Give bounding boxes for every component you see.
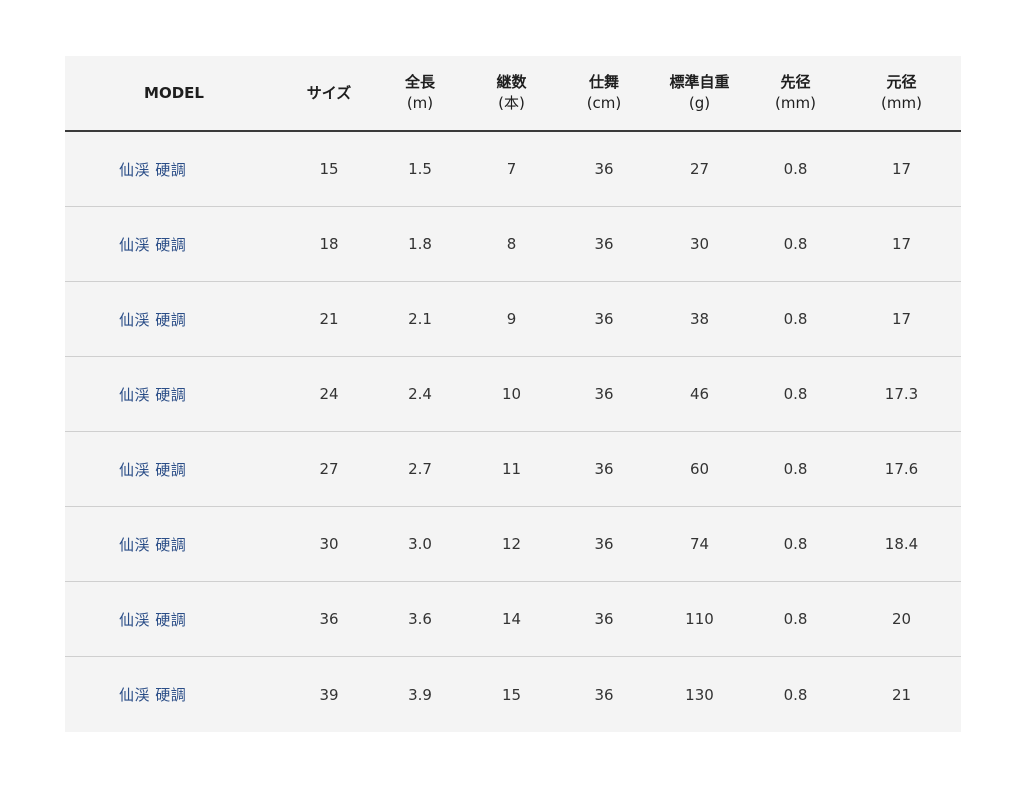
model-link[interactable]: 仙渓 硬調	[65, 356, 283, 432]
tip-diameter-cell: 0.8	[749, 131, 842, 207]
closed-length-cell: 36	[558, 506, 650, 582]
closed-length-cell: 36	[558, 431, 650, 507]
butt-diameter-cell: 17	[842, 281, 961, 357]
header-closed-length-label: 仕舞	[588, 73, 619, 91]
length-cell: 1.8	[375, 206, 465, 282]
butt-diameter-cell: 17.3	[842, 356, 961, 432]
sections-cell: 14	[465, 581, 558, 657]
table-row: 仙渓 硬調 18 1.8 8 36 30 0.8 17	[65, 206, 961, 282]
butt-diameter-cell: 17	[842, 131, 961, 207]
model-link[interactable]: 仙渓 硬調	[65, 281, 283, 357]
closed-length-cell: 36	[558, 356, 650, 432]
size-cell: 18	[283, 206, 375, 282]
butt-diameter-cell: 17.6	[842, 431, 961, 507]
weight-cell: 46	[650, 356, 749, 432]
model-link[interactable]: 仙渓 硬調	[65, 206, 283, 282]
header-weight-label: 標準自重	[669, 73, 730, 91]
weight-cell: 74	[650, 506, 749, 582]
length-cell: 2.7	[375, 431, 465, 507]
spec-table: MODEL サイズ 全長 (m) 継数 (本) 仕舞 (cm) 標準自重 (g)	[65, 56, 961, 732]
length-cell: 2.1	[375, 281, 465, 357]
closed-length-cell: 36	[558, 131, 650, 207]
length-cell: 3.9	[408, 685, 432, 704]
header-tip-diameter-label: 先径	[780, 73, 811, 91]
weight-cell: 110	[650, 581, 749, 657]
table-row: 仙渓 硬調 30 3.0 12 36 74 0.8 18.4	[65, 506, 961, 582]
header-length-label: 全長	[404, 73, 435, 91]
tip-diameter-cell: 0.8	[749, 281, 842, 357]
tip-diameter-cell: 0.8	[783, 685, 808, 704]
sections-cell: 8	[465, 206, 558, 282]
tip-diameter-cell: 0.8	[749, 581, 842, 657]
header-model-label: MODEL	[144, 83, 204, 102]
sections-cell: 12	[465, 506, 558, 582]
length-cell: 3.0	[375, 506, 465, 582]
size-cell: 24	[283, 356, 375, 432]
sections-cell: 7	[465, 131, 558, 207]
size-cell: 39	[319, 685, 339, 704]
size-cell: 21	[283, 281, 375, 357]
sections-cell: 15	[501, 685, 522, 704]
header-sections-unit: (本)	[498, 94, 525, 112]
header-sections: 継数 (本)	[465, 56, 558, 132]
header-model: MODEL	[65, 56, 283, 132]
sections-cell: 11	[465, 431, 558, 507]
butt-diameter-cell: 21	[891, 685, 912, 704]
length-cell: 1.5	[375, 131, 465, 207]
sections-cell: 9	[465, 281, 558, 357]
table-row: 仙渓 硬調 15 1.5 7 36 27 0.8 17	[65, 131, 961, 207]
table-row: 仙渓 硬調 36 3.6 14 36 110 0.8 20	[65, 581, 961, 657]
table-row: 仙渓 硬調 21 2.1 9 36 38 0.8 17	[65, 281, 961, 357]
closed-length-cell: 36	[558, 281, 650, 357]
weight-cell: 30	[650, 206, 749, 282]
header-weight: 標準自重 (g)	[650, 56, 749, 132]
model-link[interactable]: 仙渓 硬調	[65, 581, 283, 657]
butt-diameter-cell: 20	[842, 581, 961, 657]
butt-diameter-cell: 17	[842, 206, 961, 282]
size-cell: 15	[283, 131, 375, 207]
table-row: 仙渓 硬調 39 3.9 15 36 130 0.8 21	[65, 657, 961, 733]
length-cell: 3.6	[375, 581, 465, 657]
header-length-unit: (m)	[406, 94, 434, 112]
header-sections-label: 継数	[496, 73, 527, 91]
weight-cell: 27	[650, 131, 749, 207]
header-butt-diameter-unit: (mm)	[881, 94, 922, 112]
header-length: 全長 (m)	[375, 56, 465, 132]
header-tip-diameter: 先径 (mm)	[749, 56, 842, 132]
model-link[interactable]: 仙渓 硬調	[65, 431, 283, 507]
size-cell: 27	[283, 431, 375, 507]
table-row: 仙渓 硬調 24 2.4 10 36 46 0.8 17.3	[65, 356, 961, 432]
model-link[interactable]: 仙渓 硬調	[65, 657, 283, 733]
header-closed-length-unit: (cm)	[586, 94, 622, 112]
weight-cell: 60	[650, 431, 749, 507]
header-row: MODEL サイズ 全長 (m) 継数 (本) 仕舞 (cm) 標準自重 (g)	[65, 56, 961, 132]
size-cell: 30	[283, 506, 375, 582]
header-butt-diameter-label: 元径	[886, 73, 917, 91]
header-weight-unit: (g)	[688, 94, 711, 112]
sections-cell: 10	[465, 356, 558, 432]
model-link[interactable]: 仙渓 硬調	[65, 506, 283, 582]
table-row: 仙渓 硬調 27 2.7 11 36 60 0.8 17.6	[65, 431, 961, 507]
tip-diameter-cell: 0.8	[749, 356, 842, 432]
butt-diameter-cell: 18.4	[842, 506, 961, 582]
closed-length-cell: 36	[558, 581, 650, 657]
model-link[interactable]: 仙渓 硬調	[65, 131, 283, 207]
weight-cell: 38	[650, 281, 749, 357]
length-cell: 2.4	[375, 356, 465, 432]
header-tip-diameter-unit: (mm)	[775, 94, 816, 112]
closed-length-cell: 36	[558, 206, 650, 282]
header-size: サイズ	[283, 56, 375, 132]
tip-diameter-cell: 0.8	[749, 206, 842, 282]
weight-cell: 130	[685, 685, 714, 704]
header-closed-length: 仕舞 (cm)	[558, 56, 650, 132]
header-size-label: サイズ	[306, 83, 352, 102]
tip-diameter-cell: 0.8	[749, 506, 842, 582]
header-butt-diameter: 元径 (mm)	[842, 56, 961, 132]
size-cell: 36	[283, 581, 375, 657]
closed-length-cell: 36	[594, 685, 614, 704]
tip-diameter-cell: 0.8	[749, 431, 842, 507]
